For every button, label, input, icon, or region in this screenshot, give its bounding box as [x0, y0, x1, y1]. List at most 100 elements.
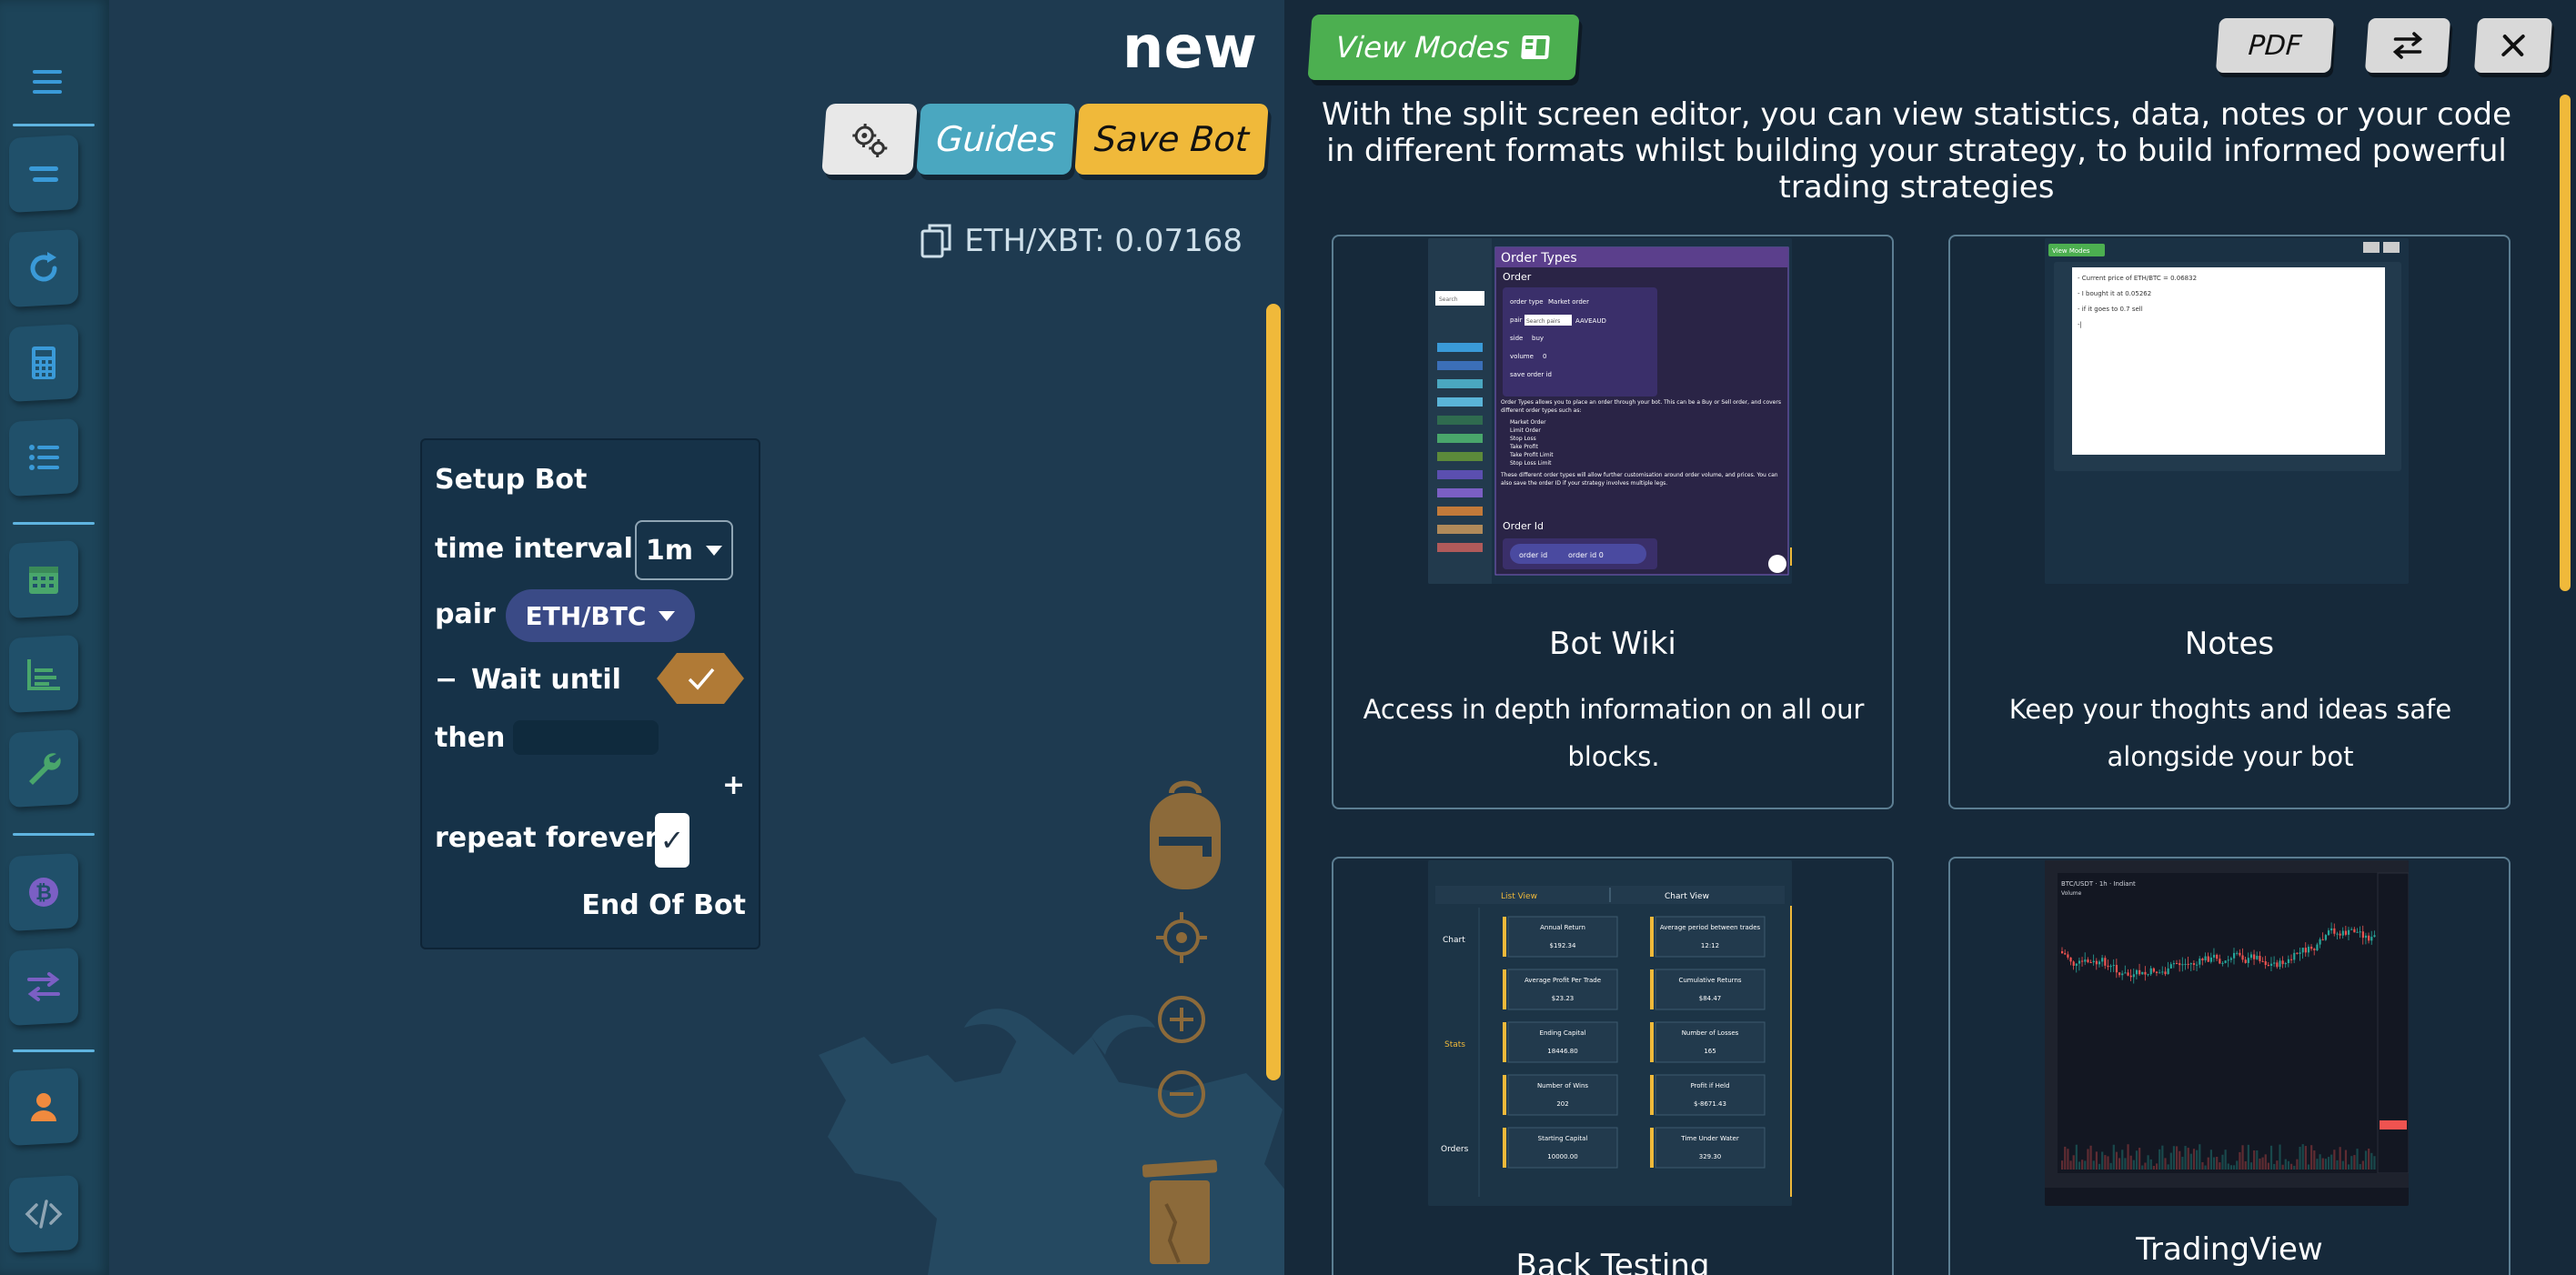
- calendar-icon: [29, 567, 58, 594]
- center-target-icon[interactable]: [1153, 909, 1210, 966]
- bt-stat-card: [1507, 1074, 1618, 1116]
- tv-candle-body: [2319, 939, 2321, 945]
- tv-volume-bar: [2132, 1160, 2135, 1170]
- category-math[interactable]: [9, 324, 78, 402]
- blockly-workspace[interactable]: new Guides Save Bot ETH/XBT: 0.07168 Set…: [109, 0, 1301, 1275]
- tv-volume-bar: [2155, 1163, 2158, 1170]
- tv-volume-bar: [2107, 1156, 2109, 1170]
- dropdown-arrow-icon: [659, 610, 676, 621]
- toolbox-separator: [13, 522, 95, 525]
- view-modes-icon: [1521, 35, 1551, 59]
- bt-stat-accent: [1503, 969, 1506, 1009]
- true-condition-block[interactable]: [657, 651, 744, 706]
- tv-volume-bar: [2281, 1164, 2284, 1170]
- bt-stat-value: 329.30: [1699, 1153, 1722, 1160]
- card-back-testing[interactable]: List View Chart View Chart Stats Orders …: [1332, 857, 1894, 1275]
- pair-label: pair: [435, 598, 496, 630]
- tv-candle-body: [2141, 971, 2144, 975]
- category-time[interactable]: [9, 540, 78, 618]
- bt-stat-label: Number of Wins: [1537, 1082, 1588, 1089]
- notes-line: - I bought it at 0.05262: [2078, 290, 2151, 297]
- tv-volume-bar: [2169, 1152, 2172, 1170]
- category-loops[interactable]: [9, 229, 78, 307]
- card-bot-wiki[interactable]: Search Order Types Order order type Mark…: [1332, 235, 1894, 809]
- tv-volume-bar: [2310, 1145, 2313, 1170]
- bt-stat-accent: [1650, 1022, 1654, 1062]
- wiki-subheader: Order: [1503, 271, 1532, 283]
- category-lines[interactable]: [9, 135, 78, 213]
- tv-volume-bar: [2164, 1158, 2167, 1170]
- workspace-scrollbar[interactable]: [1266, 304, 1281, 1080]
- settings-button[interactable]: [821, 104, 918, 175]
- tv-volume-bar: [2361, 1160, 2364, 1170]
- then-statement-slot[interactable]: [513, 720, 659, 755]
- tv-volume-bar: [2287, 1160, 2290, 1170]
- tv-candle-body: [2310, 947, 2313, 949]
- swap-panels-button[interactable]: [2364, 18, 2451, 73]
- wait-until-label: Wait until: [471, 664, 621, 696]
- wiki-bullet: Take Profit: [1510, 444, 1538, 450]
- add-wait-button[interactable]: +: [722, 769, 745, 801]
- pair-dropdown[interactable]: ETH/BTC: [506, 589, 695, 642]
- repeat-forever-checkbox[interactable]: ✓: [655, 813, 689, 868]
- category-user[interactable]: [9, 1068, 78, 1146]
- bt-stat-value: 10000.00: [1547, 1153, 1577, 1160]
- bt-stat-label: Starting Capital: [1538, 1135, 1588, 1142]
- setup-bot-block[interactable]: Setup Bot time interval 1m pair ETH/BTC …: [420, 438, 760, 949]
- panel-scrollbar[interactable]: [2560, 95, 2571, 591]
- app-root: ₿ new Guides Save Bot ETH/XBT: 0.07168 S…: [0, 0, 2576, 1275]
- tv-volume-bar: [2101, 1151, 2104, 1170]
- tv-candle-body: [2373, 935, 2376, 938]
- tv-candle-body: [2155, 971, 2158, 973]
- time-interval-dropdown[interactable]: 1m: [635, 520, 733, 580]
- bt-stat-card: [1507, 1127, 1618, 1169]
- tv-volume-bar: [2121, 1150, 2124, 1170]
- guides-button[interactable]: Guides: [916, 104, 1076, 175]
- tv-volume-bar: [2138, 1148, 2141, 1170]
- view-modes-button[interactable]: View Modes: [1307, 15, 1580, 80]
- tv-candle-body: [2104, 958, 2107, 966]
- bt-stat-label: Cumulative Returns: [1678, 977, 1741, 984]
- card-notes[interactable]: View Modes - Current price of ETH/BTC = …: [1948, 235, 2511, 809]
- category-tools[interactable]: [9, 729, 78, 808]
- tv-volume-bar: [2321, 1158, 2324, 1170]
- tv-candle-body: [2172, 963, 2176, 965]
- zoom-in-icon[interactable]: [1153, 991, 1210, 1048]
- wiki-row-market: Market order: [1548, 298, 1589, 306]
- tv-volume-bar: [2216, 1156, 2219, 1170]
- tv-volume-bar: [2293, 1165, 2296, 1170]
- tv-volume-bar: [2330, 1154, 2333, 1170]
- tv-volume-bar: [2319, 1154, 2321, 1170]
- price-text: ETH/XBT: 0.07168: [964, 223, 1243, 259]
- category-lists[interactable]: [9, 418, 78, 497]
- close-panel-button[interactable]: [2473, 18, 2553, 73]
- tv-candle-body: [2299, 952, 2301, 954]
- backpack-icon[interactable]: [1144, 780, 1226, 891]
- bitcoin-icon: ₿: [29, 878, 58, 907]
- wiki-row-pair: pair: [1510, 316, 1523, 324]
- time-interval-label: time interval: [435, 533, 633, 565]
- card-tradingview[interactable]: BTC/USDT · 1h · Indiant Volume TradingVi…: [1948, 857, 2511, 1275]
- hamburger-menu-button[interactable]: [18, 64, 76, 100]
- category-crypto[interactable]: ₿: [9, 853, 78, 931]
- tv-volume-bar: [2192, 1149, 2196, 1170]
- tv-candle-body: [2253, 954, 2256, 959]
- tv-volume-bar: [2236, 1160, 2239, 1170]
- category-orders[interactable]: [9, 948, 78, 1026]
- zoom-out-icon[interactable]: [1153, 1066, 1210, 1122]
- tv-candle-body: [2287, 959, 2290, 964]
- save-bot-button[interactable]: Save Bot: [1074, 104, 1269, 175]
- pdf-button[interactable]: PDF: [2215, 18, 2335, 73]
- bt-stat-label: Ending Capital: [1540, 1029, 1586, 1037]
- tv-volume-bar: [2176, 1146, 2179, 1170]
- category-code[interactable]: [9, 1175, 78, 1253]
- tv-volume-bar: [2269, 1145, 2273, 1170]
- trash-icon[interactable]: [1139, 1150, 1221, 1264]
- remove-wait-button[interactable]: −: [435, 664, 458, 696]
- tv-volume-bar: [2356, 1149, 2359, 1170]
- price-display[interactable]: ETH/XBT: 0.07168: [919, 222, 1243, 260]
- tv-candle-body: [2129, 975, 2132, 978]
- category-indicators[interactable]: [9, 635, 78, 713]
- tv-candle-body: [2181, 964, 2184, 966]
- tv-candle-body: [2224, 960, 2227, 963]
